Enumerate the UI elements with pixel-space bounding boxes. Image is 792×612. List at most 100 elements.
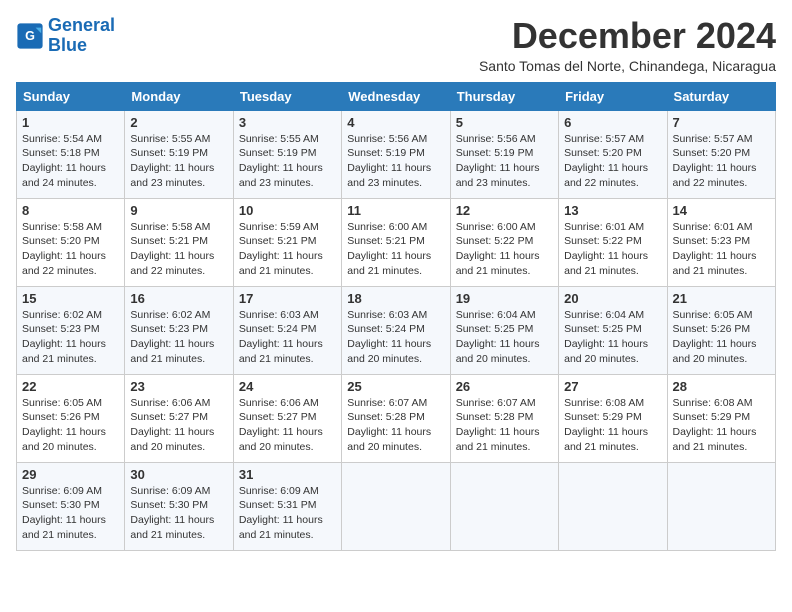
- calendar-week-row: 1Sunrise: 5:54 AM Sunset: 5:18 PM Daylig…: [17, 110, 776, 198]
- calendar-day-cell: 3Sunrise: 5:55 AM Sunset: 5:19 PM Daylig…: [233, 110, 341, 198]
- day-number: 23: [130, 379, 227, 394]
- calendar-day-cell: 5 Sunrise: 5:56 AM Sunset: 5:19 PM Daylig…: [450, 110, 558, 198]
- logo-line1: General: [48, 15, 115, 35]
- calendar-day-cell: 10 Sunrise: 5:59 AM Sunset: 5:21 PM Dayli…: [233, 198, 341, 286]
- logo: G General Blue: [16, 16, 115, 56]
- day-number: 4: [347, 115, 444, 130]
- calendar-day-cell: 24 Sunrise: 6:06 AM Sunset: 5:27 PM Dayli…: [233, 374, 341, 462]
- day-number: 25: [347, 379, 444, 394]
- svg-text:G: G: [25, 29, 35, 43]
- calendar-day-cell: 18Sunrise: 6:03 AM Sunset: 5:24 PM Dayli…: [342, 286, 450, 374]
- day-number: 17: [239, 291, 336, 306]
- day-number: 10: [239, 203, 336, 218]
- day-number: 22: [22, 379, 119, 394]
- calendar-day-cell: 16 Sunrise: 6:02 AM Sunset: 5:23 PM Dayli…: [125, 286, 233, 374]
- day-info: Sunrise: 6:06 AM Sunset: 5:27 PM Dayligh…: [239, 396, 336, 455]
- weekday-header: Tuesday: [233, 82, 341, 110]
- day-number: 15: [22, 291, 119, 306]
- day-info: Sunrise: 6:04 AM Sunset: 5:25 PM Dayligh…: [564, 308, 661, 367]
- day-number: 11: [347, 203, 444, 218]
- calendar-day-cell: 9 Sunrise: 5:58 AM Sunset: 5:21 PM Daylig…: [125, 198, 233, 286]
- day-info: Sunrise: 6:03 AM Sunset: 5:24 PM Dayligh…: [239, 308, 336, 367]
- day-info: Sunrise: 5:58 AM Sunset: 5:20 PM Dayligh…: [22, 220, 119, 279]
- day-number: 13: [564, 203, 661, 218]
- calendar-day-cell: 17 Sunrise: 6:03 AM Sunset: 5:24 PM Dayli…: [233, 286, 341, 374]
- day-info: Sunrise: 6:06 AM Sunset: 5:27 PM Dayligh…: [130, 396, 227, 455]
- day-info: Sunrise: 6:03 AM Sunset: 5:24 PM Dayligh…: [347, 308, 444, 367]
- day-number: 2: [130, 115, 227, 130]
- day-number: 26: [456, 379, 553, 394]
- day-number: 19: [456, 291, 553, 306]
- weekday-header: Saturday: [667, 82, 775, 110]
- day-number: 3: [239, 115, 336, 130]
- day-info: Sunrise: 6:08 AM Sunset: 5:29 PM Dayligh…: [673, 396, 770, 455]
- weekday-header: Sunday: [17, 82, 125, 110]
- day-info: Sunrise: 5:56 AM Sunset: 5:19 PM Dayligh…: [347, 132, 444, 191]
- day-number: 24: [239, 379, 336, 394]
- weekday-header: Monday: [125, 82, 233, 110]
- day-info: Sunrise: 5:58 AM Sunset: 5:21 PM Dayligh…: [130, 220, 227, 279]
- location-subtitle: Santo Tomas del Norte, Chinandega, Nicar…: [479, 58, 776, 74]
- day-number: 30: [130, 467, 227, 482]
- weekday-header: Wednesday: [342, 82, 450, 110]
- day-info: Sunrise: 6:04 AM Sunset: 5:25 PM Dayligh…: [456, 308, 553, 367]
- day-number: 27: [564, 379, 661, 394]
- day-info: Sunrise: 6:00 AM Sunset: 5:22 PM Dayligh…: [456, 220, 553, 279]
- day-number: 21: [673, 291, 770, 306]
- day-info: Sunrise: 5:59 AM Sunset: 5:21 PM Dayligh…: [239, 220, 336, 279]
- day-info: Sunrise: 6:02 AM Sunset: 5:23 PM Dayligh…: [22, 308, 119, 367]
- page-header: G General Blue December 2024 Santo Tomas…: [16, 16, 776, 74]
- weekday-header-row: SundayMondayTuesdayWednesdayThursdayFrid…: [17, 82, 776, 110]
- calendar-day-cell: 13 Sunrise: 6:01 AM Sunset: 5:22 PM Dayli…: [559, 198, 667, 286]
- calendar-day-cell: 11Sunrise: 6:00 AM Sunset: 5:21 PM Dayli…: [342, 198, 450, 286]
- calendar-day-cell: 27 Sunrise: 6:08 AM Sunset: 5:29 PM Dayli…: [559, 374, 667, 462]
- calendar-day-cell: [667, 462, 775, 550]
- day-number: 14: [673, 203, 770, 218]
- logo-line2: Blue: [48, 35, 87, 55]
- day-info: Sunrise: 6:07 AM Sunset: 5:28 PM Dayligh…: [347, 396, 444, 455]
- calendar-table: SundayMondayTuesdayWednesdayThursdayFrid…: [16, 82, 776, 551]
- day-info: Sunrise: 5:55 AM Sunset: 5:19 PM Dayligh…: [130, 132, 227, 191]
- day-info: Sunrise: 6:02 AM Sunset: 5:23 PM Dayligh…: [130, 308, 227, 367]
- title-block: December 2024 Santo Tomas del Norte, Chi…: [479, 16, 776, 74]
- day-number: 8: [22, 203, 119, 218]
- day-number: 5: [456, 115, 553, 130]
- day-info: Sunrise: 6:09 AM Sunset: 5:31 PM Dayligh…: [239, 484, 336, 543]
- calendar-day-cell: [342, 462, 450, 550]
- calendar-day-cell: [450, 462, 558, 550]
- day-info: Sunrise: 6:01 AM Sunset: 5:23 PM Dayligh…: [673, 220, 770, 279]
- day-info: Sunrise: 6:05 AM Sunset: 5:26 PM Dayligh…: [22, 396, 119, 455]
- calendar-day-cell: 14 Sunrise: 6:01 AM Sunset: 5:23 PM Dayli…: [667, 198, 775, 286]
- logo-icon: G: [16, 22, 44, 50]
- calendar-day-cell: 23 Sunrise: 6:06 AM Sunset: 5:27 PM Dayli…: [125, 374, 233, 462]
- calendar-day-cell: 7Sunrise: 5:57 AM Sunset: 5:20 PM Daylig…: [667, 110, 775, 198]
- calendar-day-cell: [559, 462, 667, 550]
- day-info: Sunrise: 6:09 AM Sunset: 5:30 PM Dayligh…: [130, 484, 227, 543]
- day-info: Sunrise: 5:54 AM Sunset: 5:18 PM Dayligh…: [22, 132, 119, 191]
- calendar-day-cell: 25 Sunrise: 6:07 AM Sunset: 5:28 PM Dayli…: [342, 374, 450, 462]
- calendar-day-cell: 12 Sunrise: 6:00 AM Sunset: 5:22 PM Dayli…: [450, 198, 558, 286]
- calendar-day-cell: 20 Sunrise: 6:04 AM Sunset: 5:25 PM Dayli…: [559, 286, 667, 374]
- calendar-day-cell: 26 Sunrise: 6:07 AM Sunset: 5:28 PM Dayli…: [450, 374, 558, 462]
- day-number: 28: [673, 379, 770, 394]
- weekday-header: Friday: [559, 82, 667, 110]
- calendar-day-cell: 22 Sunrise: 6:05 AM Sunset: 5:26 PM Dayli…: [17, 374, 125, 462]
- day-info: Sunrise: 6:07 AM Sunset: 5:28 PM Dayligh…: [456, 396, 553, 455]
- day-number: 12: [456, 203, 553, 218]
- day-number: 31: [239, 467, 336, 482]
- calendar-day-cell: 28 Sunrise: 6:08 AM Sunset: 5:29 PM Dayli…: [667, 374, 775, 462]
- calendar-week-row: 15 Sunrise: 6:02 AM Sunset: 5:23 PM Dayli…: [17, 286, 776, 374]
- day-number: 16: [130, 291, 227, 306]
- calendar-day-cell: 19 Sunrise: 6:04 AM Sunset: 5:25 PM Dayli…: [450, 286, 558, 374]
- calendar-day-cell: 6Sunrise: 5:57 AM Sunset: 5:20 PM Daylig…: [559, 110, 667, 198]
- calendar-day-cell: 29Sunrise: 6:09 AM Sunset: 5:30 PM Dayli…: [17, 462, 125, 550]
- day-info: Sunrise: 5:56 AM Sunset: 5:19 PM Dayligh…: [456, 132, 553, 191]
- day-info: Sunrise: 6:08 AM Sunset: 5:29 PM Dayligh…: [564, 396, 661, 455]
- logo-text: General Blue: [48, 16, 115, 56]
- day-info: Sunrise: 6:01 AM Sunset: 5:22 PM Dayligh…: [564, 220, 661, 279]
- calendar-day-cell: 1Sunrise: 5:54 AM Sunset: 5:18 PM Daylig…: [17, 110, 125, 198]
- weekday-header: Thursday: [450, 82, 558, 110]
- day-number: 20: [564, 291, 661, 306]
- day-number: 9: [130, 203, 227, 218]
- day-info: Sunrise: 5:57 AM Sunset: 5:20 PM Dayligh…: [564, 132, 661, 191]
